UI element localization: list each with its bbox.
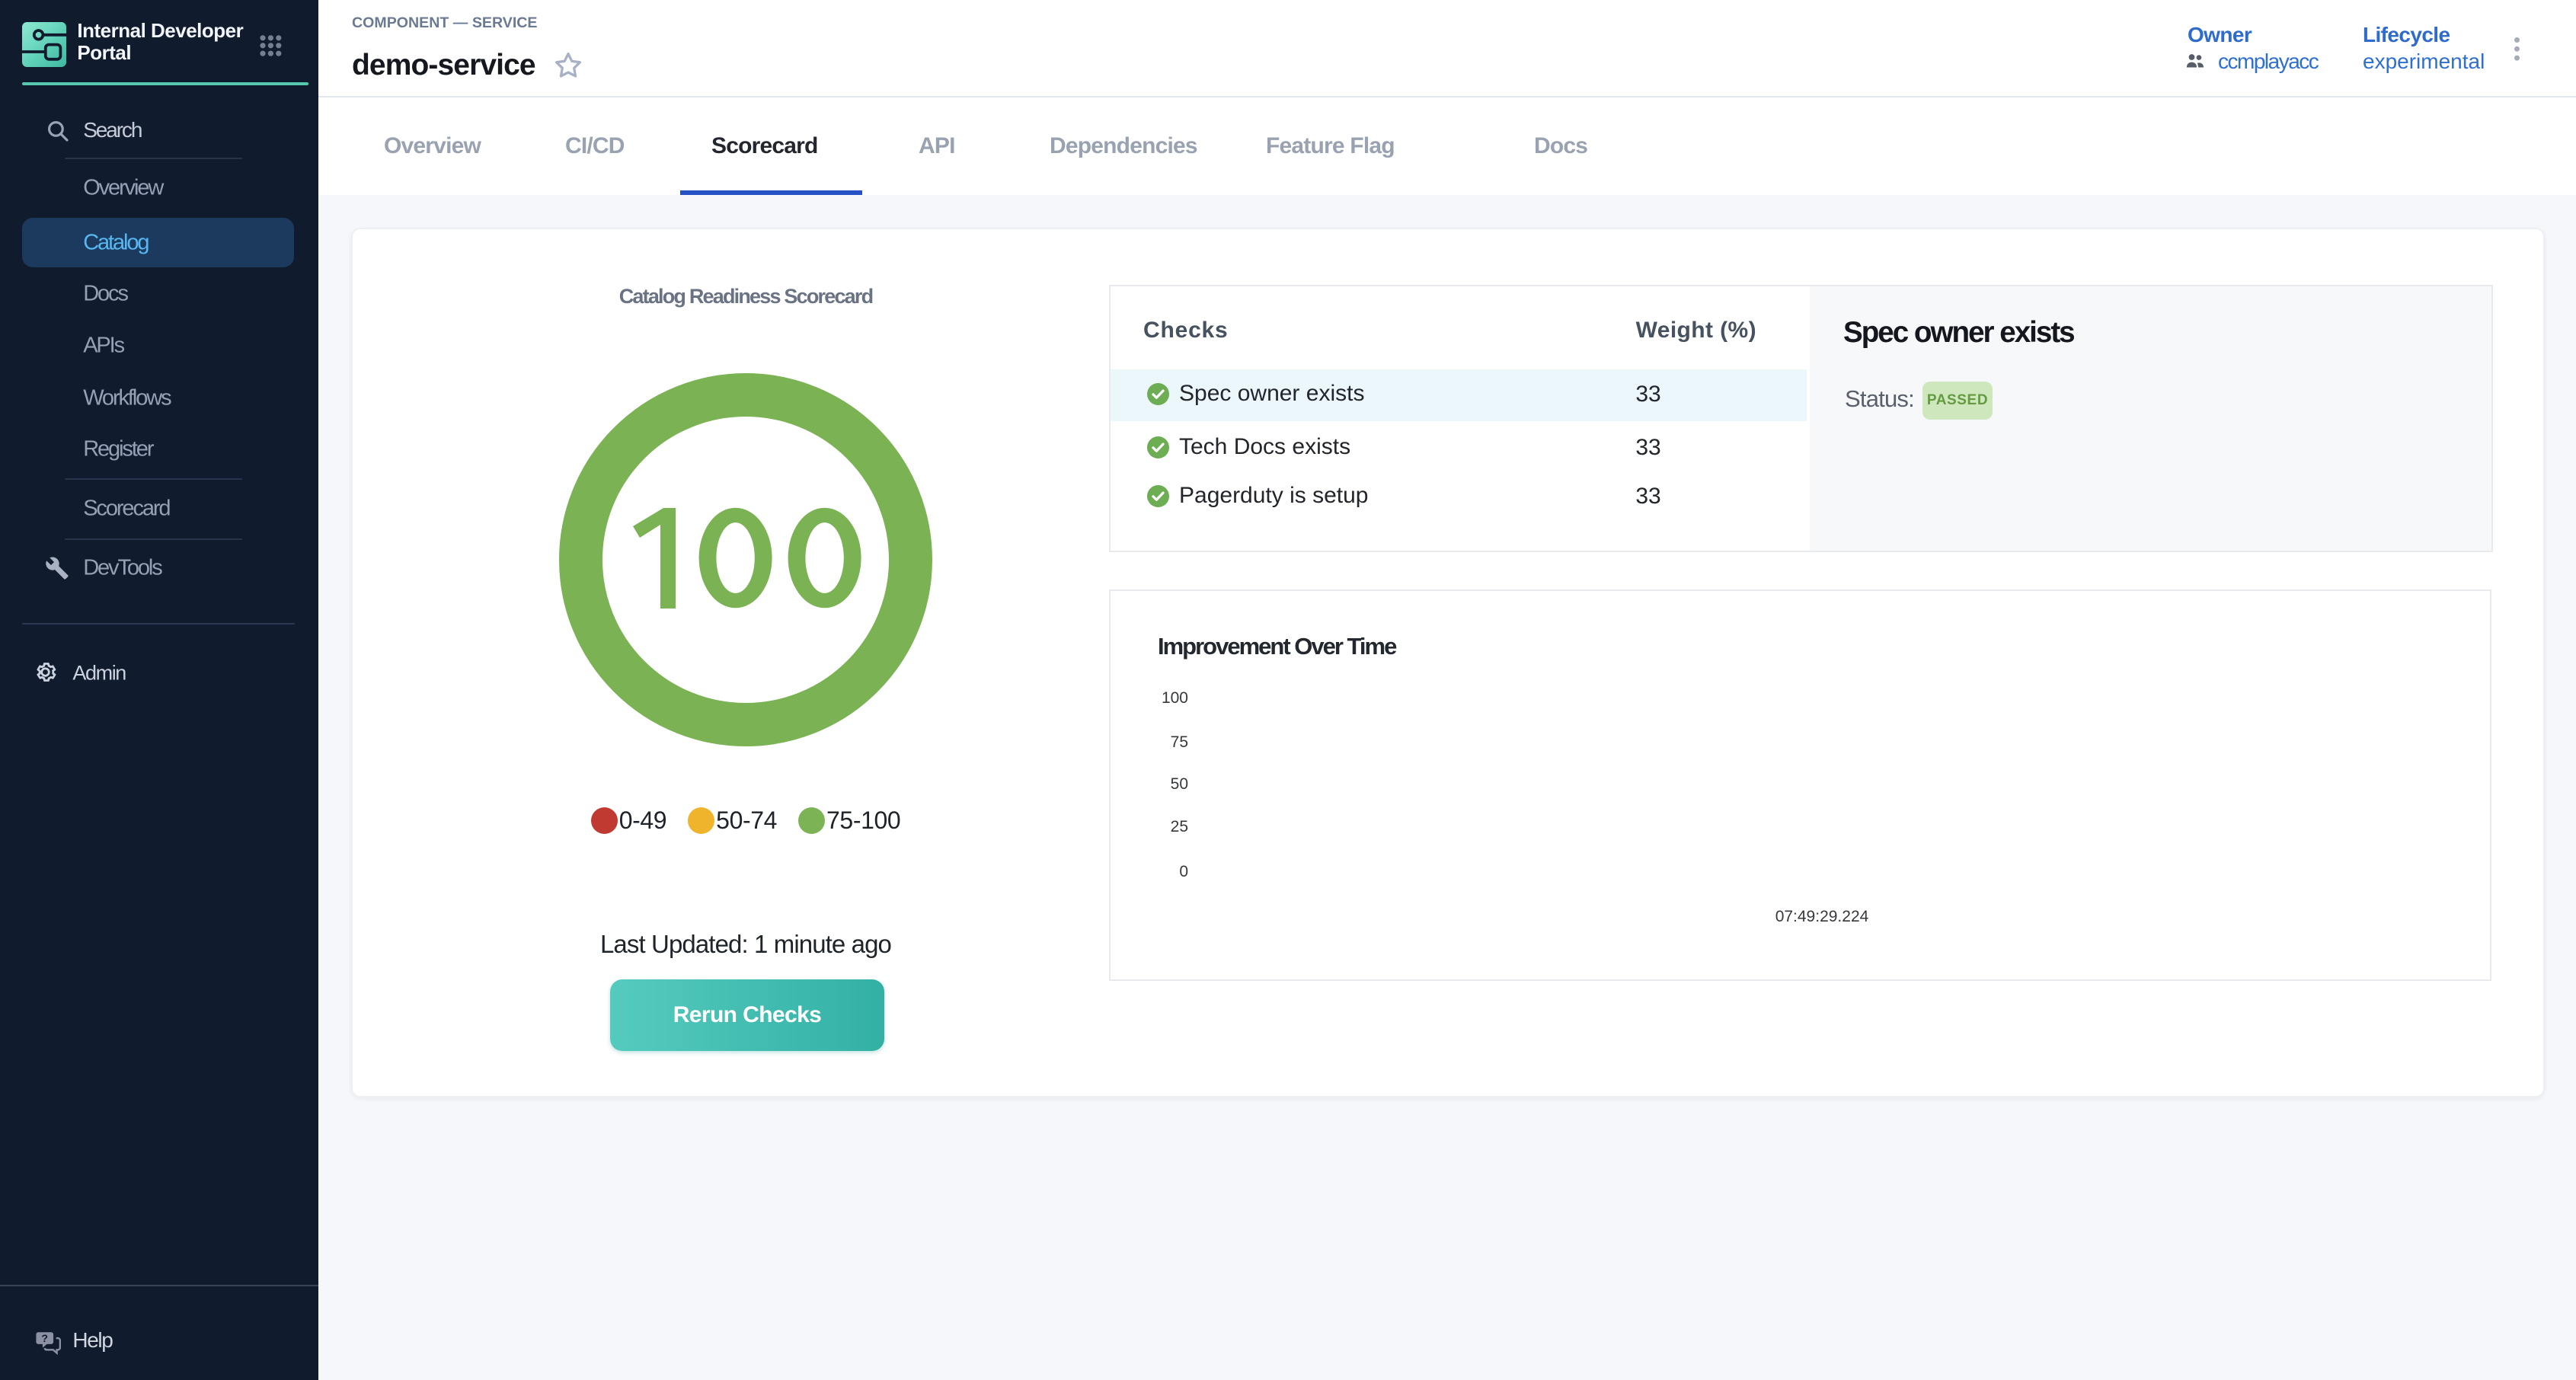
svg-text:?: ?: [41, 1333, 48, 1345]
